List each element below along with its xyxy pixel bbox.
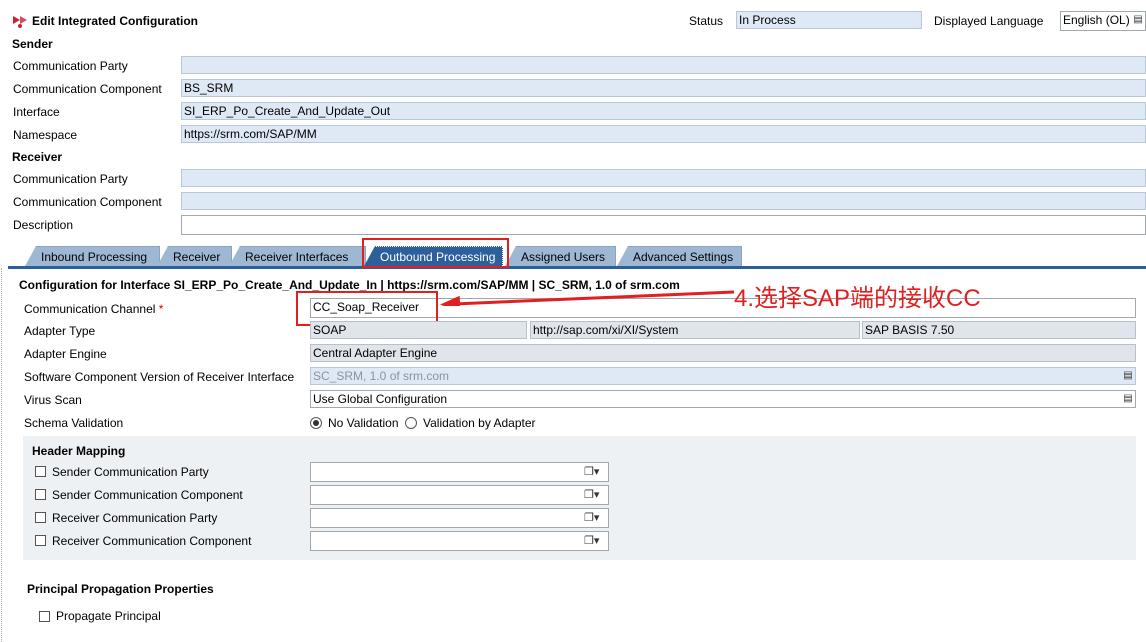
tab-underline (8, 266, 1146, 269)
hm-sender-comm-component-dropdown-icon[interactable]: ❐▾ (584, 488, 604, 502)
adapter-engine-field: Central Adapter Engine (310, 344, 1136, 362)
tab-inbound-processing[interactable]: Inbound Processing (24, 246, 160, 268)
tab-receiver[interactable]: Receiver (156, 246, 232, 268)
swcv-label: Software Component Version of Receiver I… (24, 370, 295, 384)
propagate-principal-label: Propagate Principal (56, 609, 161, 623)
hm-receiver-comm-component-field[interactable] (310, 531, 609, 551)
adapter-type-label: Adapter Type (24, 324, 96, 338)
hm-receiver-comm-component-label: Receiver Communication Component (52, 534, 252, 548)
hm-receiver-comm-component-dropdown-icon[interactable]: ❐▾ (584, 534, 604, 548)
status-field: In Process (736, 11, 922, 29)
annotation-text: 4.选择SAP端的接收CC (734, 285, 981, 312)
edit-config-icon (12, 13, 28, 29)
sender-interface-label: Interface (13, 105, 60, 119)
tab-advanced-settings[interactable]: Advanced Settings (616, 246, 742, 268)
no-validation-radio[interactable] (310, 417, 322, 429)
hm-sender-comm-component-field[interactable] (310, 485, 609, 505)
hm-receiver-comm-party-label: Receiver Communication Party (52, 511, 218, 525)
receiver-comm-party-checkbox[interactable] (35, 512, 46, 523)
adapter-type-field: SOAP (310, 321, 527, 339)
receiver-comm-component-checkbox[interactable] (35, 535, 46, 546)
principal-propagation-title: Principal Propagation Properties (27, 582, 214, 596)
sender-comm-component-checkbox[interactable] (35, 489, 46, 500)
language-value: English (OL) (1063, 13, 1130, 27)
tab-highlight-box (362, 238, 509, 268)
comm-channel-label: Communication Channel * (24, 302, 163, 316)
virus-scan-dropdown-icon[interactable]: ▤ (1122, 393, 1134, 405)
sender-comm-party-label: Communication Party (13, 59, 128, 73)
required-mark: * (158, 302, 164, 316)
virus-scan-value: Use Global Configuration (313, 392, 448, 406)
tab-assigned-users[interactable]: Assigned Users (504, 246, 616, 268)
hm-receiver-comm-party-dropdown-icon[interactable]: ❐▾ (584, 511, 604, 525)
schema-validation-label: Schema Validation (24, 416, 124, 430)
validation-by-adapter-radio[interactable] (405, 417, 417, 429)
virus-scan-select[interactable]: Use Global Configuration (310, 390, 1136, 408)
no-validation-label: No Validation (328, 416, 399, 430)
language-dropdown-icon[interactable]: ▤ (1132, 14, 1144, 26)
propagate-principal-checkbox[interactable] (39, 611, 50, 622)
adapter-swc-field: SAP BASIS 7.50 (862, 321, 1136, 339)
adapter-engine-label: Adapter Engine (24, 347, 107, 361)
sender-comm-component-field[interactable]: BS_SRM (181, 79, 1146, 97)
hm-sender-comm-party-dropdown-icon[interactable]: ❐▾ (584, 465, 604, 479)
sender-namespace-field[interactable]: https://srm.com/SAP/MM (181, 125, 1146, 143)
tab-receiver-interfaces[interactable]: Receiver Interfaces (228, 246, 366, 268)
receiver-comm-party-field[interactable] (181, 169, 1146, 187)
receiver-comm-component-label: Communication Component (13, 195, 162, 209)
header-mapping-title: Header Mapping (32, 444, 126, 458)
hm-sender-comm-party-label: Sender Communication Party (52, 465, 209, 479)
sender-comm-component-label: Communication Component (13, 82, 162, 96)
validation-by-adapter-label: Validation by Adapter (423, 416, 536, 430)
splitter-handle[interactable] (1, 268, 5, 642)
sender-interface-field[interactable]: SI_ERP_Po_Create_And_Update_Out (181, 102, 1146, 120)
sender-section-title: Sender (12, 37, 53, 51)
page-title: Edit Integrated Configuration (32, 14, 198, 28)
annotation-arrow (440, 290, 735, 306)
swcv-dropdown-icon[interactable]: ▤ (1122, 370, 1134, 382)
hm-sender-comm-party-field[interactable] (310, 462, 609, 482)
sender-comm-party-checkbox[interactable] (35, 466, 46, 477)
receiver-comm-component-field[interactable] (181, 192, 1146, 210)
status-label: Status (689, 14, 724, 28)
hm-sender-comm-component-label: Sender Communication Component (52, 488, 243, 502)
tab-bar: Inbound Processing Receiver Receiver Int… (8, 240, 1146, 268)
virus-scan-label: Virus Scan (24, 393, 82, 407)
receiver-comm-party-label: Communication Party (13, 172, 128, 186)
sender-namespace-label: Namespace (13, 128, 78, 142)
description-field[interactable] (181, 215, 1146, 235)
receiver-section-title: Receiver (12, 150, 63, 164)
hm-receiver-comm-party-field[interactable] (310, 508, 609, 528)
description-label: Description (13, 218, 74, 232)
comm-channel-label-text: Communication Channel (24, 302, 156, 316)
adapter-namespace-field: http://sap.com/xi/XI/System (530, 321, 860, 339)
language-label: Displayed Language (934, 14, 1044, 28)
sender-comm-party-field[interactable] (181, 56, 1146, 74)
swcv-field: SC_SRM, 1.0 of srm.com (310, 367, 1136, 385)
